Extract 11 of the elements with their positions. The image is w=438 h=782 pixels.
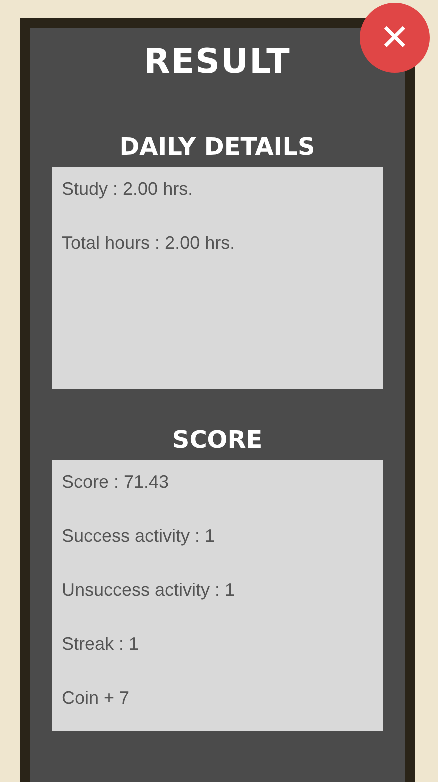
info-line: Unsuccess activity : 1 bbox=[62, 579, 236, 602]
section-heading: DAILY DETAILS bbox=[118, 132, 316, 162]
info-line: Success activity : 1 bbox=[62, 525, 216, 548]
info-line: Score : 71.43 bbox=[62, 471, 170, 494]
result-title: RESULT bbox=[143, 42, 292, 84]
close-button[interactable]: ✕ bbox=[360, 3, 430, 73]
info-line: Study : 2.00 hrs. bbox=[62, 178, 194, 201]
section-heading: SCORE bbox=[171, 425, 264, 455]
info-line: Streak : 1 bbox=[62, 633, 140, 656]
info-line: Coin + 7 bbox=[62, 687, 131, 710]
info-line: Total hours : 2.00 hrs. bbox=[62, 232, 236, 255]
